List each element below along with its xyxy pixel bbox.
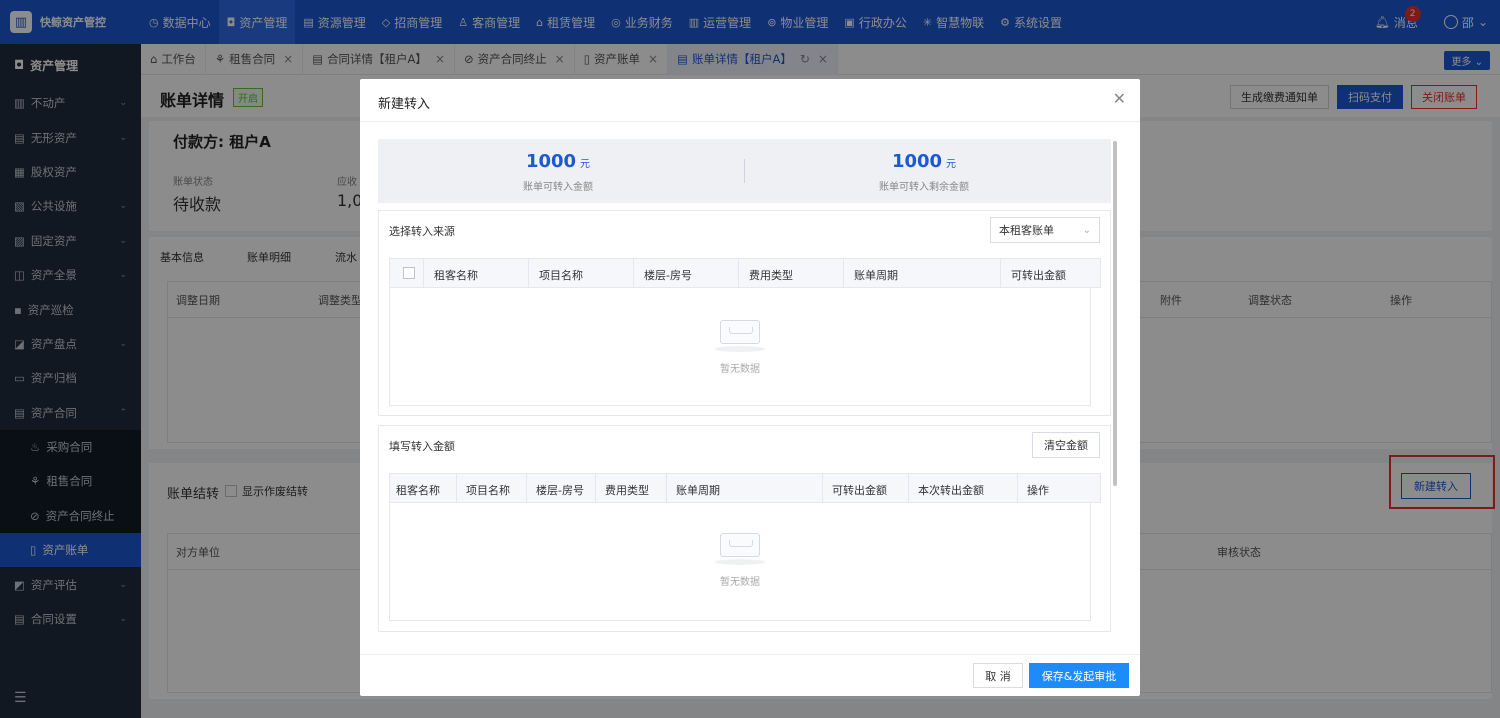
empty-box-icon <box>720 320 760 344</box>
column-header: 项目名称 <box>466 484 510 497</box>
empty-state: 暂无数据 <box>390 533 1090 588</box>
dialog-footer: 取 消 保存&发起审批 <box>360 654 1140 696</box>
empty-shadow <box>715 346 765 352</box>
empty-state: 暂无数据 <box>390 320 1090 375</box>
column-header: 可转出金额 <box>832 484 887 497</box>
column-header: 租客名称 <box>396 484 440 497</box>
divider <box>738 259 739 287</box>
cancel-button[interactable]: 取 消 <box>973 663 1023 688</box>
empty-box-icon <box>720 533 760 557</box>
source-select-value: 本租客账单 <box>999 224 1054 237</box>
transferable-amount-value: 1000 <box>525 151 577 172</box>
source-select[interactable]: 本租客账单 ⌄ <box>990 217 1100 243</box>
divider <box>666 474 667 502</box>
transferable-amount-label: 账单可转入金额 <box>523 182 593 193</box>
divider <box>843 259 844 287</box>
select-all-checkbox[interactable] <box>403 267 415 279</box>
column-header: 费用类型 <box>749 269 793 282</box>
fill-amount-title: 填写转入金额 <box>389 440 455 453</box>
transferable-amount: 1000 元 账单可转入金额 <box>378 151 738 193</box>
divider <box>528 259 529 287</box>
fill-amount-section: 填写转入金额 清空金额 租客名称 项目名称 楼层-房号 费用类型 账单周期 可转… <box>378 425 1111 632</box>
column-header: 可转出金额 <box>1011 269 1066 282</box>
new-transfer-dialog: 新建转入 ✕ 1000 元 账单可转入金额 1000 元 账单可转入剩余金额 选择转… <box>360 79 1140 696</box>
column-header: 楼层-房号 <box>536 484 584 497</box>
empty-text: 暂无数据 <box>720 577 760 588</box>
divider <box>1000 259 1001 287</box>
divider <box>423 259 424 287</box>
remaining-amount: 1000 元 账单可转入剩余金额 <box>744 151 1104 193</box>
divider <box>633 259 634 287</box>
chevron-down-icon: ⌄ <box>1082 224 1091 236</box>
save-and-submit-button[interactable]: 保存&发起审批 <box>1029 663 1129 688</box>
divider <box>822 474 823 502</box>
currency-unit: 元 <box>946 159 957 170</box>
remaining-amount-value: 1000 <box>891 151 943 172</box>
column-header: 本次转出金额 <box>918 484 984 497</box>
close-icon[interactable]: ✕ <box>1113 89 1126 108</box>
column-header: 租客名称 <box>434 269 478 282</box>
divider <box>1017 474 1018 502</box>
fill-table-header: 租客名称 项目名称 楼层-房号 费用类型 账单周期 可转出金额 本次转出金额 操… <box>389 473 1101 503</box>
dialog-title: 新建转入 <box>378 97 431 112</box>
divider <box>360 121 1140 122</box>
column-header: 账单周期 <box>676 484 720 497</box>
source-table-header: 租客名称 项目名称 楼层-房号 费用类型 账单周期 可转出金额 <box>389 258 1101 288</box>
dialog-scrollbar[interactable] <box>1113 141 1117 486</box>
fill-table-body: 暂无数据 <box>389 503 1091 621</box>
column-header: 操作 <box>1027 484 1049 497</box>
clear-amount-button[interactable]: 清空金额 <box>1032 432 1100 458</box>
remaining-amount-label: 账单可转入剩余金额 <box>879 182 969 193</box>
source-title: 选择转入来源 <box>389 225 455 238</box>
empty-shadow <box>715 559 765 565</box>
divider <box>595 474 596 502</box>
currency-unit: 元 <box>580 159 591 170</box>
column-header: 费用类型 <box>605 484 649 497</box>
column-header: 楼层-房号 <box>644 269 692 282</box>
divider <box>526 474 527 502</box>
column-header: 账单周期 <box>854 269 898 282</box>
divider <box>456 474 457 502</box>
dialog-body: 1000 元 账单可转入金额 1000 元 账单可转入剩余金额 选择转入来源 本租客… <box>378 139 1111 696</box>
source-table-body: 暂无数据 <box>389 288 1091 406</box>
source-section: 选择转入来源 本租客账单 ⌄ 租客名称 项目名称 楼层-房号 费用类型 账单周期… <box>378 210 1111 416</box>
column-header: 项目名称 <box>539 269 583 282</box>
empty-text: 暂无数据 <box>720 364 760 375</box>
amount-summary: 1000 元 账单可转入金额 1000 元 账单可转入剩余金额 <box>378 139 1111 203</box>
divider <box>908 474 909 502</box>
